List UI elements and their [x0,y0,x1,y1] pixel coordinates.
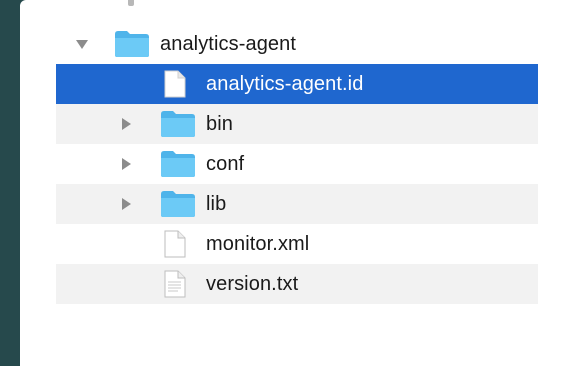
tree-item-label: conf [206,153,245,175]
document-icon [164,230,186,258]
document-icon [164,70,186,98]
folder-icon [161,191,195,217]
tree-item-label: analytics-agent [160,33,297,55]
tree-row-analytics-agent[interactable]: analytics-agent [56,24,538,64]
tree-item-label: bin [206,113,233,135]
file-browser-panel: analytics-agent analytics-agent.id bin c… [20,0,580,366]
tree-row-version-txt[interactable]: version.txt [56,264,538,304]
tree-item-label: lib [206,193,227,215]
text-document-icon [164,270,186,298]
folder-icon [161,151,195,177]
tree-row-monitor-xml[interactable]: monitor.xml [56,224,538,264]
tree-item-label: analytics-agent.id [206,73,364,95]
tree-item-label: monitor.xml [206,233,310,255]
disclosure-triangle-collapsed-icon[interactable] [122,158,131,170]
tree-row-bin[interactable]: bin [56,104,538,144]
folder-icon [161,111,195,137]
tree-row-lib[interactable]: lib [56,184,538,224]
tree-item-label: version.txt [206,273,299,295]
folder-icon [115,31,149,57]
tree-row-conf[interactable]: conf [56,144,538,184]
tree-row-analytics-agent-id[interactable]: analytics-agent.id [56,64,538,104]
disclosure-triangle-collapsed-icon[interactable] [122,118,131,130]
disclosure-triangle-expanded-icon[interactable] [76,40,88,49]
scroll-indicator [128,0,134,6]
disclosure-triangle-collapsed-icon[interactable] [122,198,131,210]
